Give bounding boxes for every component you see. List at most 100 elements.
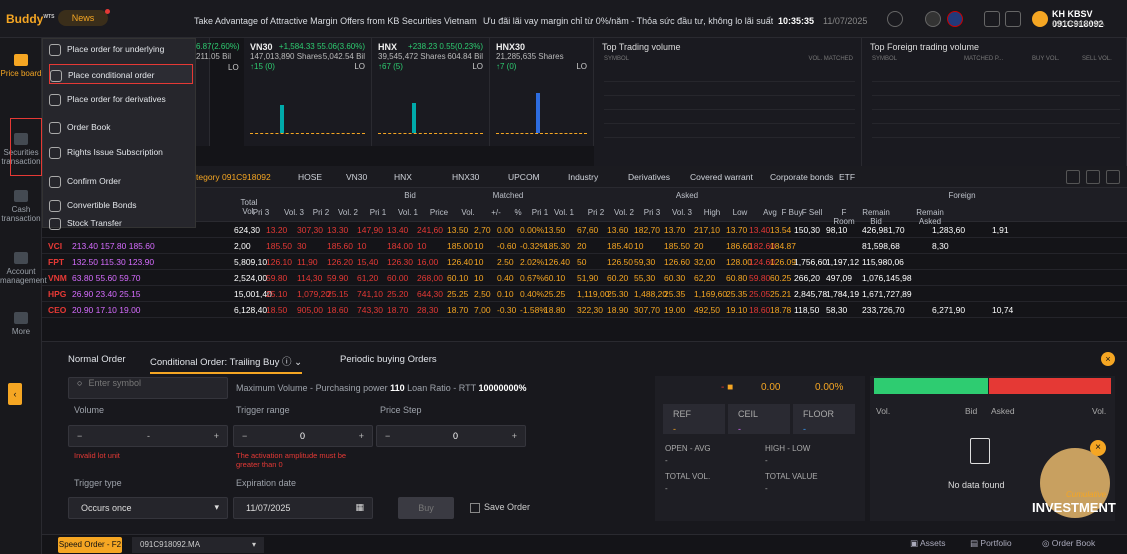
portfolio-button[interactable]: ▤ Portfolio xyxy=(970,538,1012,549)
column-header[interactable]: Pri 3 xyxy=(638,208,666,217)
row-symbol[interactable]: FPT xyxy=(48,257,64,267)
sidebar-item-price-board[interactable]: Price board xyxy=(0,54,42,78)
symbol-input[interactable]: ○ Enter symbol xyxy=(68,377,228,399)
menu-item-rights[interactable]: Rights Issue Subscription xyxy=(49,142,193,162)
index-card-hnx30[interactable]: HNX30 21,285,635 Shares ↑7 (0) LO xyxy=(490,38,594,146)
trigger-range-stepper[interactable]: −0 + xyxy=(233,425,373,447)
plus-icon[interactable]: + xyxy=(359,431,364,441)
row-symbol[interactable]: VCI xyxy=(48,241,62,251)
menu-item-order-book[interactable]: Order Book xyxy=(49,117,193,137)
sidebar-item-cash[interactable]: Cash transaction xyxy=(0,190,42,223)
tab-conditional-order[interactable]: Conditional Order: Trailing Buy ⓘ ⌄ xyxy=(150,354,303,374)
save-order-checkbox[interactable]: Save Order xyxy=(470,502,530,513)
promo-line2[interactable]: INVESTMENT xyxy=(1032,500,1116,515)
plus-icon[interactable]: + xyxy=(214,431,219,441)
column-header[interactable]: Pri 3 xyxy=(247,208,275,217)
table-cell: -1.58% xyxy=(520,305,547,315)
row-symbol[interactable]: HPG xyxy=(48,289,66,299)
table-cell: 233,726,70 xyxy=(862,305,905,315)
column-header[interactable]: Price xyxy=(425,208,453,217)
tab-normal-order[interactable]: Normal Order xyxy=(68,354,126,365)
assets-button[interactable]: ▣ Assets xyxy=(910,538,945,549)
tab-hose[interactable]: HOSE xyxy=(298,172,322,182)
tab-industry[interactable]: Industry xyxy=(568,172,598,182)
account-select[interactable]: 091C918092.MA ▾ xyxy=(132,537,264,553)
column-header[interactable]: Vol. xyxy=(454,208,482,217)
index-chart xyxy=(496,76,587,134)
search-icon[interactable] xyxy=(887,11,903,27)
menu-item-convertible[interactable]: Convertible Bonds xyxy=(49,195,193,215)
table-cell: 0.10 xyxy=(497,289,514,299)
close-icon[interactable]: × xyxy=(1101,352,1115,366)
table-row[interactable]: HPG 26.90 23.40 25.15 15,001,40 25.10 1,079,… xyxy=(42,286,1127,302)
tab-vn30[interactable]: VN30 xyxy=(346,172,367,182)
export-icon[interactable] xyxy=(1086,170,1100,184)
trigger-type-select[interactable]: Occurs once ▾ xyxy=(68,497,228,519)
message-icon[interactable] xyxy=(984,11,1000,27)
collapse-icon[interactable] xyxy=(1066,170,1080,184)
column-header[interactable]: Vol. 2 xyxy=(334,208,362,217)
tab-corporate-bonds[interactable]: Corporate bonds xyxy=(770,172,833,182)
menu-item-conditional[interactable]: Place conditional order xyxy=(49,64,193,84)
column-header[interactable]: Pri 2 xyxy=(307,208,335,217)
column-header[interactable]: Pri 2 xyxy=(582,208,610,217)
column-header[interactable]: Vol. 1 xyxy=(550,208,578,217)
column-header[interactable]: F Sell xyxy=(798,208,826,217)
table-row[interactable]: VCI 213.40 157.80 185.60 2,00 185.50 30 185.6… xyxy=(42,238,1127,254)
table-row[interactable]: 624,30 13.20 307,30 13.30 147,90 13.40 241,60 1… xyxy=(42,222,1127,238)
index-card-vn30[interactable]: VN30 +1,584.33 55.06(3.60%) 147,013,890 … xyxy=(244,38,372,146)
settings-icon[interactable] xyxy=(1005,11,1021,27)
column-header[interactable]: Vol. 3 xyxy=(280,208,308,217)
table-cell: 118,50 xyxy=(794,305,820,315)
language-flag-icon[interactable] xyxy=(947,11,963,27)
logo[interactable]: BuddyWTS xyxy=(6,12,54,26)
sidebar-item-more[interactable]: More xyxy=(0,312,42,336)
expiration-date-input[interactable]: 11/07/2025 ▦ xyxy=(233,497,373,519)
row-symbol[interactable]: CEO xyxy=(48,305,66,315)
more-icon xyxy=(14,312,28,324)
table-row[interactable]: VNM 63.80 55.60 59.70 2,524,00 59.80 114,30 5… xyxy=(42,270,1127,286)
row-symbol[interactable]: VNM xyxy=(48,273,67,283)
volume-stepper[interactable]: − - + xyxy=(68,425,228,447)
tab-upcom[interactable]: UPCOM xyxy=(508,172,540,182)
minus-icon[interactable]: − xyxy=(385,431,390,441)
table-row[interactable]: FPT 132.50 115.30 123.90 5,809,10 126.10 11,… xyxy=(42,254,1127,270)
menu-item-transfer[interactable]: Stock Transfer xyxy=(49,217,193,230)
collapse-handle[interactable]: ‹ xyxy=(8,383,22,405)
speed-order-button[interactable]: Speed Order - F2 xyxy=(58,537,122,553)
column-header[interactable]: Vol. 3 xyxy=(668,208,696,217)
order-book-button[interactable]: ◎ Order Book xyxy=(1042,538,1095,549)
avatar[interactable] xyxy=(1032,11,1048,27)
tab-derivatives[interactable]: Derivatives xyxy=(628,172,670,182)
close-promo-icon[interactable]: × xyxy=(1090,440,1106,456)
top-volume-title: Top Trading volume xyxy=(602,42,681,52)
sidebar-item-account[interactable]: Account management xyxy=(0,252,47,285)
index-card-hnx[interactable]: HNX +238.23 0.55(0.23%) 39,545,472 Share… xyxy=(372,38,490,146)
tab-hnx[interactable]: HNX xyxy=(394,172,412,182)
menu-item-derivatives[interactable]: Place order for derivatives xyxy=(49,89,193,109)
column-header[interactable]: High xyxy=(698,208,726,217)
table-row[interactable]: CEO 20.90 17.10 19.00 6,128,40 18.50 905,00 1… xyxy=(42,302,1127,318)
column-header[interactable]: Vol. 2 xyxy=(610,208,638,217)
trigger-type-label: Trigger type xyxy=(74,478,122,488)
bid-bar xyxy=(874,378,988,394)
buy-button[interactable]: Buy xyxy=(398,497,454,519)
column-header[interactable]: Vol. 1 xyxy=(394,208,422,217)
tab-covered-warrant[interactable]: Covered warrant xyxy=(690,172,753,182)
index-value: 5,042.54 Bil xyxy=(322,52,365,61)
theme-toggle-icon[interactable] xyxy=(925,11,941,27)
menu-item-confirm[interactable]: Confirm Order xyxy=(49,171,193,191)
tab-category[interactable]: tegory 091C918092 xyxy=(196,172,271,182)
minus-icon[interactable]: − xyxy=(242,431,247,441)
news-button[interactable]: News xyxy=(58,9,110,26)
minus-icon[interactable]: − xyxy=(77,431,82,441)
column-header[interactable]: Pri 1 xyxy=(364,208,392,217)
column-header[interactable]: Low xyxy=(726,208,754,217)
menu-item-underlying[interactable]: Place order for underlying xyxy=(49,39,193,59)
plus-icon[interactable]: + xyxy=(512,431,517,441)
tab-periodic[interactable]: Periodic buying Orders xyxy=(340,354,437,365)
tab-hnx30[interactable]: HNX30 xyxy=(452,172,479,182)
tab-etf[interactable]: ETF xyxy=(839,172,855,182)
settings-icon[interactable] xyxy=(1106,170,1120,184)
price-step-stepper[interactable]: −0 + xyxy=(376,425,526,447)
